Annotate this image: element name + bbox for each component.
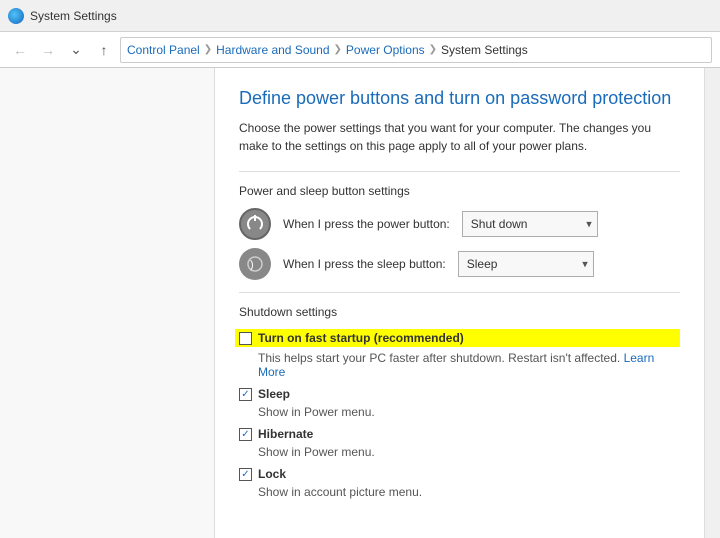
sleep-dropdown[interactable]: Sleep Shut down Hibernate Turn off the d…: [458, 251, 594, 277]
fast-startup-label-text: Turn on fast startup (recommended): [258, 331, 464, 345]
right-scrollbar: [704, 68, 720, 538]
breadcrumb-sep-2: ❯: [334, 44, 342, 55]
fast-startup-label: Turn on fast startup (recommended): [258, 331, 464, 345]
power-button-row: When I press the power button: Shut down…: [239, 208, 680, 240]
titlebar: System Settings: [0, 0, 720, 32]
breadcrumb-power-options[interactable]: Power Options: [346, 43, 425, 57]
sleep-checkbox[interactable]: [239, 388, 252, 401]
breadcrumb-current: System Settings: [441, 43, 528, 57]
forward-button[interactable]: →: [36, 38, 60, 62]
sleep-desc: Show in Power menu.: [258, 405, 680, 419]
fast-startup-checkbox[interactable]: [239, 332, 252, 345]
page-title: Define power buttons and turn on passwor…: [239, 88, 680, 109]
sleep-checkbox-label: Sleep: [258, 387, 290, 401]
main-content: Define power buttons and turn on passwor…: [215, 68, 704, 538]
hibernate-checkbox-label: Hibernate: [258, 427, 313, 441]
top-divider: [239, 171, 680, 172]
fast-startup-row: Turn on fast startup (recommended): [235, 329, 680, 347]
hibernate-desc: Show in Power menu.: [258, 445, 680, 459]
up-button[interactable]: ↑: [92, 38, 116, 62]
sleep-button-label: When I press the sleep button:: [283, 257, 446, 271]
sleep-button-icon: ): [239, 248, 271, 280]
hibernate-checkbox[interactable]: [239, 428, 252, 441]
sleep-dropdown-wrap[interactable]: Sleep Shut down Hibernate Turn off the d…: [458, 251, 594, 277]
hibernate-checkbox-row: Hibernate: [239, 427, 680, 441]
breadcrumb-sep-1: ❯: [204, 44, 212, 55]
fast-startup-desc: This helps start your PC faster after sh…: [258, 351, 680, 379]
button-settings: When I press the power button: Shut down…: [239, 208, 680, 280]
sleep-checkbox-row: Sleep: [239, 387, 680, 401]
addressbar: ← → ⌄ ↑ Control Panel ❯ Hardware and Sou…: [0, 32, 720, 68]
hibernate-label-text: Hibernate: [258, 427, 313, 441]
content-wrap: Define power buttons and turn on passwor…: [0, 68, 720, 538]
svg-text:): ): [250, 259, 254, 271]
page-desc: Choose the power settings that you want …: [239, 119, 680, 155]
power-dropdown[interactable]: Shut down Sleep Hibernate Turn off the d…: [462, 211, 598, 237]
lock-desc: Show in account picture menu.: [258, 485, 680, 499]
back-button[interactable]: ←: [8, 38, 32, 62]
fast-startup-desc-text: This helps start your PC faster after sh…: [258, 351, 620, 365]
shutdown-section-title: Shutdown settings: [239, 305, 680, 319]
dropdown-button[interactable]: ⌄: [64, 38, 88, 62]
power-button-icon: [239, 208, 271, 240]
breadcrumb-hardware-sound[interactable]: Hardware and Sound: [216, 43, 329, 57]
power-dropdown-wrap[interactable]: Shut down Sleep Hibernate Turn off the d…: [462, 211, 598, 237]
titlebar-title: System Settings: [30, 9, 117, 23]
shutdown-section: Shutdown settings Turn on fast startup (…: [239, 305, 680, 499]
lock-checkbox-row: Lock: [239, 467, 680, 481]
power-sleep-section-title: Power and sleep button settings: [239, 184, 680, 198]
lock-label-text: Lock: [258, 467, 286, 481]
lock-checkbox-label: Lock: [258, 467, 286, 481]
sleep-button-row: ) When I press the sleep button: Sleep S…: [239, 248, 680, 280]
breadcrumb: Control Panel ❯ Hardware and Sound ❯ Pow…: [120, 37, 712, 63]
sidebar-left: [0, 68, 215, 538]
titlebar-icon: [8, 8, 24, 24]
power-button-label: When I press the power button:: [283, 217, 450, 231]
middle-divider: [239, 292, 680, 293]
breadcrumb-sep-3: ❯: [429, 44, 437, 55]
breadcrumb-control-panel[interactable]: Control Panel: [127, 43, 200, 57]
sleep-label-text: Sleep: [258, 387, 290, 401]
lock-checkbox[interactable]: [239, 468, 252, 481]
